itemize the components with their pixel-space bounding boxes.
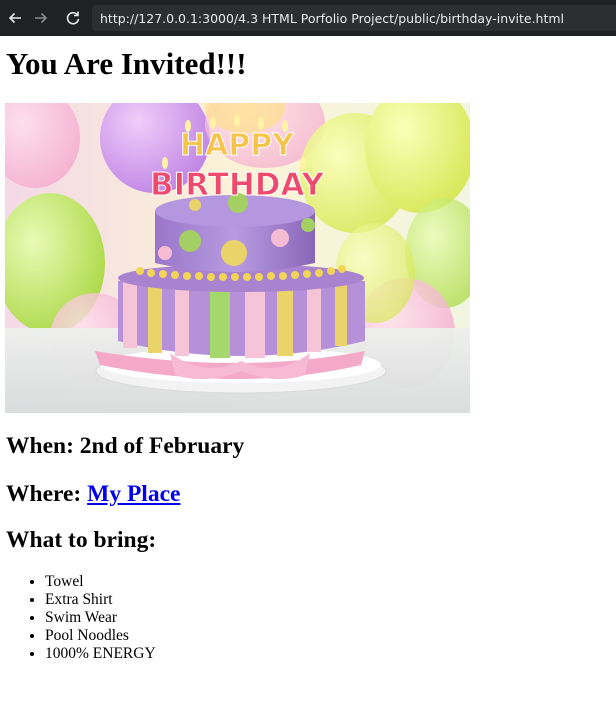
list-item: Towel: [45, 573, 156, 591]
svg-text:BIRTHDAY: BIRTHDAY: [150, 167, 324, 203]
address-bar[interactable]: http://127.0.0.1:3000/4.3 HTML Porfolio …: [92, 5, 616, 31]
reload-icon: [66, 11, 80, 25]
reload-button[interactable]: [60, 4, 86, 32]
bring-list: Towel Extra Shirt Swim Wear Pool Noodles…: [5, 573, 156, 663]
arrow-right-icon: [35, 12, 48, 24]
arrow-left-icon: [8, 12, 21, 24]
page-title: You Are Invited!!!: [6, 46, 247, 81]
page-content: You Are Invited!!! HAPPY BIRTHDAY When: …: [0, 36, 616, 712]
location-link[interactable]: My Place: [87, 481, 180, 507]
list-item: Swim Wear: [45, 609, 156, 627]
list-item: Pool Noodles: [45, 627, 156, 645]
where-label: Where:: [6, 481, 82, 507]
list-item: Extra Shirt: [45, 591, 156, 609]
browser-toolbar: http://127.0.0.1:3000/4.3 HTML Porfolio …: [0, 0, 616, 36]
birthday-cake-image: HAPPY BIRTHDAY: [5, 103, 470, 413]
url-text: http://127.0.0.1:3000/4.3 HTML Porfolio …: [100, 10, 565, 26]
svg-text:HAPPY: HAPPY: [180, 128, 295, 163]
list-item: 1000% ENERGY: [45, 645, 156, 663]
bring-heading: What to bring:: [6, 527, 157, 553]
event-location-heading: Where: My Place: [6, 480, 180, 508]
back-button[interactable]: [2, 4, 28, 32]
forward-button[interactable]: [28, 4, 54, 32]
event-date-heading: When: 2nd of February: [6, 433, 245, 459]
